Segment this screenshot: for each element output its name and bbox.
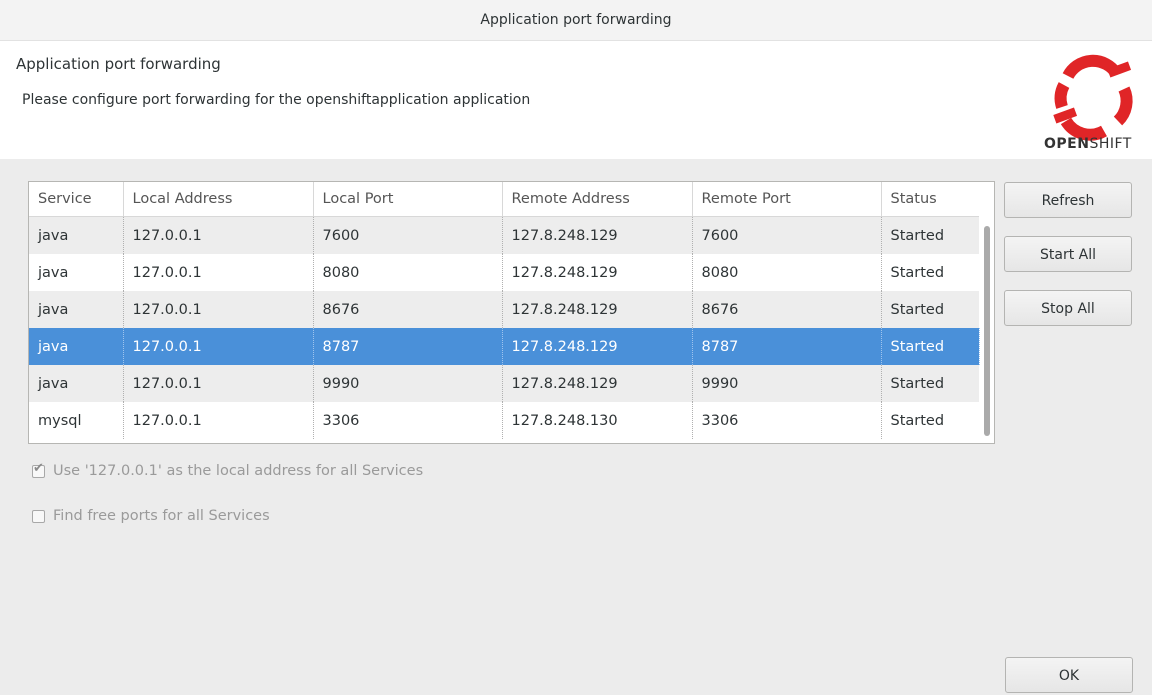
- table-row-selected[interactable]: java 127.0.0.1 8787 127.8.248.129 8787 S…: [29, 328, 980, 365]
- cell-local-address: 127.0.0.1: [123, 216, 314, 254]
- cell-remote-port: 8787: [692, 328, 882, 365]
- cell-status: Started: [881, 365, 979, 402]
- cell-remote-port: 9990: [692, 365, 882, 402]
- cell-remote-port: 7600: [692, 216, 882, 254]
- cell-service: java: [29, 291, 124, 328]
- cell-local-port: 3306: [313, 402, 503, 439]
- cell-local-port: 9990: [313, 365, 503, 402]
- cell-remote-address: 127.8.248.130: [502, 402, 693, 439]
- cell-status: Started: [881, 254, 979, 291]
- cell-service: java: [29, 254, 124, 291]
- stop-all-button[interactable]: Stop All: [1004, 290, 1132, 326]
- find-free-ports-label: Find free ports for all Services: [53, 508, 270, 524]
- column-header-remote-address[interactable]: Remote Address: [502, 182, 693, 217]
- find-free-ports-checkbox[interactable]: Find free ports for all Services: [32, 508, 270, 524]
- cell-local-address: 127.0.0.1: [123, 254, 314, 291]
- column-header-service[interactable]: Service: [29, 182, 124, 217]
- cell-remote-port: 8676: [692, 291, 882, 328]
- port-forwarding-table[interactable]: Service Local Address Local Port Remote …: [28, 181, 995, 444]
- cell-status: Started: [881, 216, 979, 254]
- cell-service: java: [29, 365, 124, 402]
- cell-remote-address: 127.8.248.129: [502, 254, 693, 291]
- checkbox-checked-icon: ✔: [32, 460, 45, 478]
- cell-remote-port: 3306: [692, 402, 882, 439]
- cell-status: Started: [881, 402, 979, 439]
- table-row[interactable]: java 127.0.0.1 8676 127.8.248.129 8676 S…: [29, 291, 979, 328]
- cell-local-address: 127.0.0.1: [123, 402, 314, 439]
- cell-remote-address: 127.8.248.129: [502, 328, 693, 365]
- table-row[interactable]: java 127.0.0.1 8080 127.8.248.129 8080 S…: [29, 254, 979, 291]
- cell-status: Started: [881, 291, 979, 328]
- table-row[interactable]: java 127.0.0.1 7600 127.8.248.129 7600 S…: [29, 216, 979, 254]
- use-local-address-label: Use '127.0.0.1' as the local address for…: [53, 463, 424, 479]
- openshift-wordmark: OPENSHIFT: [1044, 136, 1132, 152]
- use-local-address-checkbox[interactable]: ✔ Use '127.0.0.1' as the local address f…: [32, 460, 424, 479]
- column-header-remote-port[interactable]: Remote Port: [692, 182, 882, 217]
- cell-local-port: 8080: [313, 254, 503, 291]
- cell-local-address: 127.0.0.1: [123, 365, 314, 402]
- cell-local-port: 7600: [313, 216, 503, 254]
- page-description: Please configure port forwarding for the…: [22, 92, 531, 108]
- column-header-local-port[interactable]: Local Port: [313, 182, 503, 217]
- column-header-local-address[interactable]: Local Address: [123, 182, 314, 217]
- table-row[interactable]: mysql 127.0.0.1 3306 127.8.248.130 3306 …: [29, 402, 979, 439]
- cell-remote-address: 127.8.248.129: [502, 291, 693, 328]
- cell-local-address: 127.0.0.1: [123, 328, 314, 365]
- cell-service: java: [29, 328, 124, 365]
- cell-local-address: 127.0.0.1: [123, 291, 314, 328]
- table-row[interactable]: java 127.0.0.1 9990 127.8.248.129 9990 S…: [29, 365, 979, 402]
- column-header-status[interactable]: Status: [881, 182, 979, 217]
- header-banner: Application port forwarding Please confi…: [0, 41, 1152, 159]
- window-title: Application port forwarding: [0, 0, 1152, 41]
- page-title: Application port forwarding: [16, 55, 221, 73]
- table-header-row: Service Local Address Local Port Remote …: [29, 182, 979, 217]
- checkbox-unchecked-icon: [32, 509, 45, 523]
- cell-service: mysql: [29, 402, 124, 439]
- cell-remote-address: 127.8.248.129: [502, 365, 693, 402]
- cell-status: Started: [881, 328, 980, 365]
- cell-local-port: 8676: [313, 291, 503, 328]
- table-scrollbar[interactable]: [984, 226, 990, 436]
- cell-remote-address: 127.8.248.129: [502, 216, 693, 254]
- cell-local-port: 8787: [313, 328, 503, 365]
- cell-remote-port: 8080: [692, 254, 882, 291]
- start-all-button[interactable]: Start All: [1004, 236, 1132, 272]
- refresh-button[interactable]: Refresh: [1004, 182, 1132, 218]
- cell-service: java: [29, 216, 124, 254]
- ok-button[interactable]: OK: [1005, 657, 1133, 693]
